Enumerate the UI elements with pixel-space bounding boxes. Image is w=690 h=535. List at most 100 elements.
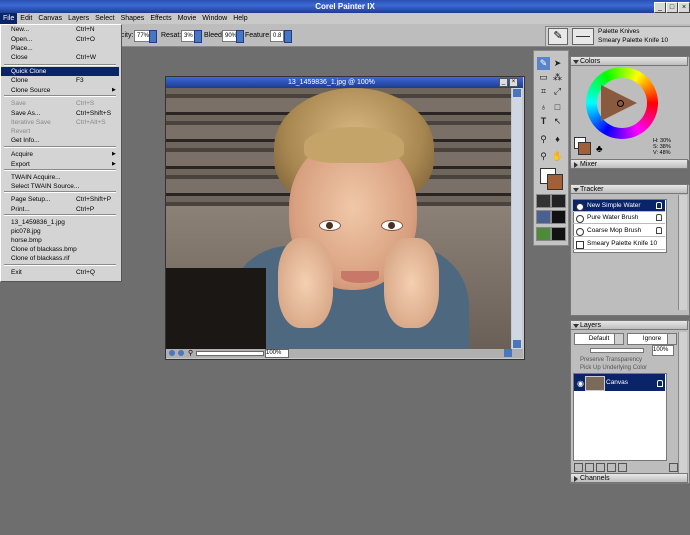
menu-help[interactable]: Help (230, 13, 250, 24)
document-canvas[interactable] (166, 88, 511, 349)
file-menu-item[interactable]: Clone Source ▶ (1, 86, 119, 95)
file-menu-item[interactable]: Get Info... (1, 136, 119, 145)
menu-movie[interactable]: Movie (175, 13, 200, 24)
colors-main-swatch[interactable] (578, 142, 591, 155)
selection-adjuster-icon[interactable]: ➤ (551, 57, 564, 70)
file-menu-item[interactable]: Acquire ▶ (1, 150, 119, 159)
file-menu-item[interactable]: Clone of blackass.bmp (1, 245, 119, 254)
eye-icon[interactable]: ◉ (577, 379, 584, 388)
grid-toggle-icon[interactable] (169, 350, 175, 356)
layers-panel-title[interactable]: Layers (570, 320, 688, 330)
brush-tool-icon[interactable]: ✎ (537, 57, 550, 70)
menu-effects[interactable]: Effects (147, 13, 174, 24)
brush-category-label[interactable]: Palette Knives (598, 28, 640, 35)
brush-variant-label[interactable]: Smeary Palette Knife 10 (598, 37, 668, 44)
tracker-panel-title[interactable]: Tracker (570, 184, 688, 194)
file-menu-item[interactable]: Clone of blackass.rif (1, 254, 119, 263)
magic-wand-icon[interactable]: ⁂ (551, 71, 564, 84)
document-title-bar[interactable]: 13_1459836_1.jpg @ 100% _ × (166, 77, 523, 88)
pick-underlying-color-checkbox[interactable]: Pick Up Underlying Color (580, 365, 647, 371)
transform-icon[interactable]: ⤢ (551, 85, 564, 98)
menu-select[interactable]: Select (92, 13, 117, 24)
nozzle-selector-icon[interactable] (536, 227, 551, 241)
zoom-icon[interactable]: ⚲ (188, 349, 193, 357)
file-menu-item[interactable]: Quick Clone (1, 67, 119, 76)
tracing-paper-icon[interactable] (178, 350, 184, 356)
bleed-spinner[interactable] (236, 30, 244, 43)
scroll-down-button[interactable] (513, 340, 521, 348)
look-selector-icon[interactable] (551, 227, 566, 241)
weaving-selector-icon[interactable] (551, 210, 566, 224)
file-menu-item[interactable]: Open... Ctrl+O (1, 35, 119, 44)
gradient-selector-icon[interactable] (551, 194, 566, 208)
crop-icon[interactable]: ⌗ (537, 85, 550, 98)
doc-close-button[interactable]: × (509, 78, 518, 87)
file-menu-item[interactable]: Place... (1, 44, 119, 53)
tracker-item[interactable]: Coarse Mop Brush (573, 225, 665, 237)
brush-variant-icon[interactable] (572, 28, 594, 45)
composite-method-dropdown[interactable] (614, 333, 624, 345)
feature-field[interactable]: 0.8 (270, 30, 284, 42)
file-menu-item[interactable]: Page Setup... Ctrl+Shift+P (1, 195, 119, 204)
file-menu-item[interactable]: TWAIN Acquire... (1, 173, 119, 182)
magnifier-icon[interactable]: ⚲ (537, 150, 550, 163)
file-menu-item[interactable]: Clone F3 (1, 76, 119, 85)
zoom-field[interactable]: 100% (265, 349, 289, 358)
file-menu-item[interactable]: Close Ctrl+W (1, 53, 119, 62)
file-menu-item[interactable]: Save As... Ctrl+Shift+S (1, 109, 119, 118)
layer-name[interactable]: Canvas (606, 379, 628, 386)
maximize-button[interactable]: □ (666, 2, 678, 13)
layer-mask-icon[interactable] (607, 463, 616, 472)
file-menu-item[interactable]: Print... Ctrl+P (1, 205, 119, 214)
scroll-right-button[interactable] (504, 349, 512, 357)
menu-window[interactable]: Window (199, 13, 230, 24)
scroll-up-button[interactable] (513, 89, 521, 97)
doc-minimize-button[interactable]: _ (499, 78, 508, 87)
paper-selector-icon[interactable] (536, 194, 551, 208)
color-picker-marker[interactable] (617, 100, 624, 107)
tracker-item[interactable]: Pure Water Brush (573, 212, 665, 224)
text-icon[interactable]: T (537, 115, 550, 128)
clone-color-icon[interactable]: ♣ (596, 144, 603, 155)
brush-category-icon[interactable]: ✎ (548, 28, 568, 45)
file-menu-item[interactable]: horse.bmp (1, 236, 119, 245)
file-menu-item[interactable]: Export ▶ (1, 160, 119, 169)
layers-scrollbar[interactable] (678, 332, 687, 477)
mixer-panel-title[interactable]: Mixer (570, 159, 688, 169)
pen-icon[interactable]: ♁ (537, 101, 550, 114)
composite-depth-dropdown[interactable] (667, 333, 677, 345)
opacity-slider[interactable] (590, 348, 644, 353)
file-menu-item[interactable]: Iterative Save Ctrl+Alt+S (1, 118, 119, 127)
file-menu-item[interactable]: Exit Ctrl+Q (1, 268, 119, 277)
grabber-icon[interactable]: ✋ (551, 150, 564, 163)
new-group-icon[interactable] (618, 463, 627, 472)
file-menu-item[interactable]: Revert (1, 127, 119, 136)
channels-panel-title[interactable]: Channels (570, 473, 688, 483)
resat-spinner[interactable] (194, 30, 202, 43)
file-menu-item[interactable]: pic078.jpg (1, 227, 119, 236)
dynamic-plugins-icon[interactable] (596, 463, 605, 472)
file-menu-item[interactable]: 13_1459836_1.jpg (1, 218, 119, 227)
pattern-selector-icon[interactable] (536, 210, 551, 224)
menu-edit[interactable]: Edit (17, 13, 35, 24)
dropper-icon[interactable]: ⚲ (537, 133, 550, 146)
feature-spinner[interactable] (284, 30, 292, 43)
main-color-swatch[interactable] (547, 174, 563, 190)
trash-icon[interactable] (669, 463, 678, 472)
zoom-slider[interactable] (196, 351, 264, 356)
shape-selection-icon[interactable]: ↖ (551, 115, 564, 128)
layer-lock-icon[interactable] (657, 380, 663, 387)
menu-shapes[interactable]: Shapes (118, 13, 148, 24)
file-menu-item[interactable]: New... Ctrl+N (1, 25, 119, 34)
new-layer-icon[interactable] (574, 463, 583, 472)
tracker-item[interactable]: New Simple Water (573, 200, 665, 212)
file-menu-item[interactable]: Select TWAIN Source... (1, 182, 119, 191)
opacity-spinner[interactable] (149, 30, 157, 43)
preserve-transparency-checkbox[interactable]: Preserve Transparency (580, 357, 642, 363)
paint-bucket-icon[interactable]: ♦ (551, 133, 564, 146)
menu-layers[interactable]: Layers (65, 13, 92, 24)
menu-canvas[interactable]: Canvas (35, 13, 65, 24)
file-menu-item[interactable]: Save Ctrl+S (1, 99, 119, 108)
tracker-scrollbar[interactable] (678, 195, 687, 310)
menu-file[interactable]: File (0, 13, 18, 24)
